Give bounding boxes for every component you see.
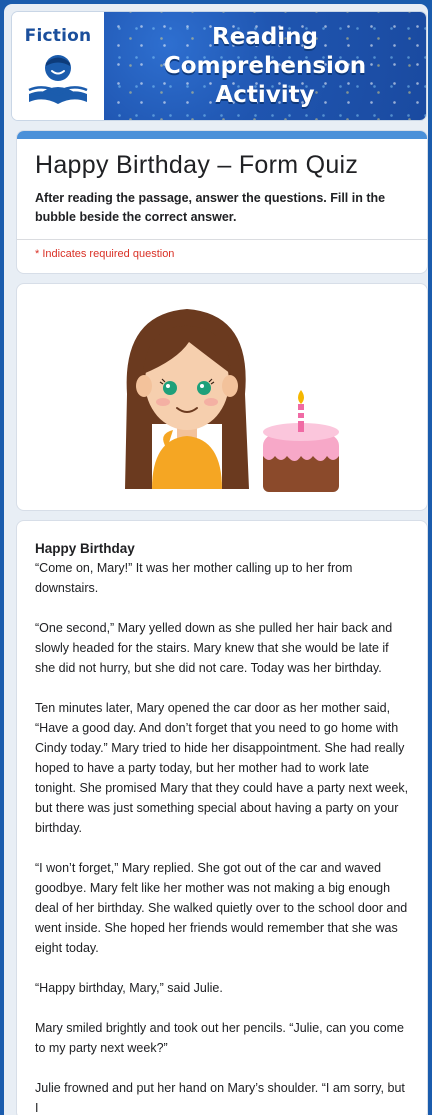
form-title: Happy Birthday – Form Quiz	[35, 151, 359, 179]
passage-heading: Happy Birthday	[35, 541, 135, 556]
genre-tag: Fiction	[24, 26, 92, 46]
form-description: After reading the passage, answer the qu…	[35, 191, 386, 224]
banner-title-line: Comprehension	[163, 52, 367, 79]
required-note: * Indicates required question	[35, 248, 175, 260]
form-title-card: Happy Birthday – Form Quiz After reading…	[16, 130, 428, 274]
passage-card: Happy Birthday “Come on, Mary!” It was h…	[16, 520, 428, 1115]
card-accent-bar	[17, 131, 427, 139]
passage-paragraph: “I won’t forget,” Mary replied. She got …	[35, 861, 408, 955]
banner-title-area: Reading Comprehension Activity	[104, 12, 426, 120]
passage-paragraph: “Come on, Mary!” It was her mother calli…	[35, 561, 353, 595]
reader-icon	[25, 50, 91, 112]
header-banner: Fiction Reading Comprehension Activity	[12, 12, 426, 120]
banner-title: Reading Comprehension Activity	[164, 23, 366, 110]
banner-badge: Fiction	[12, 12, 104, 120]
banner-title-line: Reading	[211, 23, 318, 50]
passage-paragraph: “Happy birthday, Mary,” said Julie.	[35, 981, 223, 995]
passage-paragraph: “One second,” Mary yelled down as she pu…	[35, 621, 393, 675]
girl-with-cake-illustration	[125, 309, 339, 492]
passage-paragraph: Julie frowned and put her hand on Mary’s…	[35, 1081, 405, 1115]
illustration-card	[16, 283, 428, 511]
banner-title-line: Activity	[215, 81, 315, 108]
passage-paragraph: Mary smiled brightly and took out her pe…	[35, 1021, 404, 1055]
passage-paragraph: Ten minutes later, Mary opened the car d…	[35, 701, 409, 835]
